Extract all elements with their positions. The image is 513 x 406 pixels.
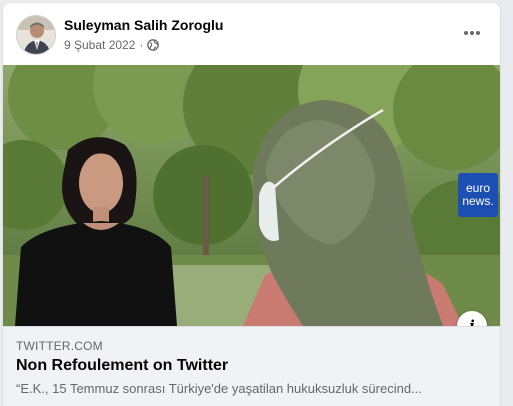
link-preview[interactable]: TWITTER.COM Non Refoulement on Twitter “… [3,326,500,406]
more-horizontal-icon [464,31,480,35]
video-frame [3,65,500,326]
link-domain: TWITTER.COM [16,339,103,353]
info-icon: i [469,317,475,326]
link-title[interactable]: Non Refoulement on Twitter [16,357,228,375]
euronews-logo: euro news. [458,173,498,217]
link-description: “E.K., 15 Temmuz sonrası Türkiye'de yaşa… [16,381,422,396]
post-date[interactable]: 9 Şubat 2022 [64,38,135,52]
logo-line-2: news. [462,194,494,208]
post-header: Suleyman Salih Zoroglu 9 Şubat 2022 · [3,3,500,65]
avatar[interactable] [16,15,56,55]
post-card: Suleyman Salih Zoroglu 9 Şubat 2022 · eu… [3,3,500,406]
meta-separator: · [139,38,144,52]
author-name[interactable]: Suleyman Salih Zoroglu [64,17,223,33]
avatar-image [17,16,55,54]
more-options-button[interactable] [460,23,484,43]
globe-icon[interactable] [147,39,160,51]
video-thumbnail[interactable]: euro news. i [3,65,500,326]
post-meta: 9 Şubat 2022 · [64,38,160,52]
